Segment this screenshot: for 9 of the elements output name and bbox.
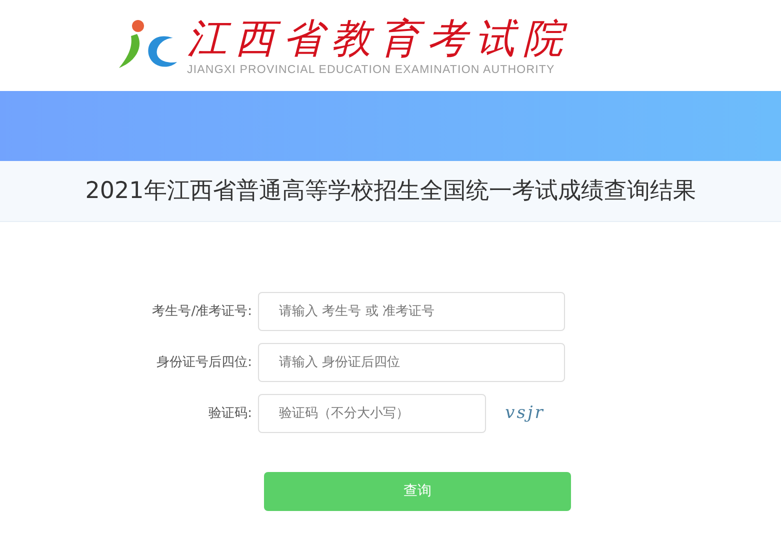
page-title: 2021年江西省普通高等学校招生全国统一考试成绩查询结果 — [85, 176, 696, 206]
input-field[interactable]: 请输入 身份证后四位 — [258, 343, 565, 382]
captcha-field[interactable]: 验证码（不分大小写） — [258, 394, 486, 433]
logo-title: 江西省教育考试院 — [187, 14, 571, 62]
field-label: 验证码: — [208, 404, 253, 423]
field-label: 身份证号后四位: — [156, 354, 253, 372]
input-field[interactable]: 请输入 考生号 或 准考证号 — [258, 292, 565, 331]
field-label: 考生号/准考证号: — [151, 302, 253, 321]
logo-subtitle: JIANGXI PROVINCIAL EDUCATION EXAMINATION AUTHORITY — [187, 62, 555, 76]
